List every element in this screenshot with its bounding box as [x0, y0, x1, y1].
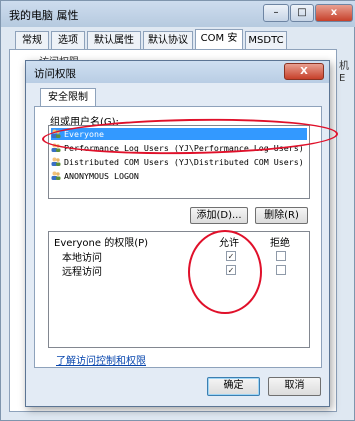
learn-access-control-link[interactable]: 了解访问控制和权限 — [56, 352, 146, 367]
maximize-button[interactable]: □ — [290, 4, 314, 22]
tab-com-security[interactable]: COM 安全 — [195, 29, 243, 61]
minimize-button[interactable]: – — [263, 4, 289, 22]
dialog-title: 访问权限 — [34, 68, 76, 80]
user-name: ANONYMOUS LOGON — [64, 171, 139, 181]
hidden-text-fragment: 机 — [339, 61, 349, 72]
user-group-icon — [51, 157, 61, 166]
cancel-button[interactable]: 取消 — [268, 377, 321, 396]
deny-column-header: 拒绝 — [270, 238, 290, 249]
dialog-close-button[interactable]: X — [284, 63, 324, 80]
ok-button[interactable]: 确定 — [207, 377, 260, 396]
user-group-icon — [51, 171, 61, 180]
annotation-ellipse-allow-column — [188, 230, 262, 314]
properties-close-button[interactable]: x — [315, 4, 353, 22]
deny-local-access-checkbox[interactable] — [276, 251, 286, 261]
tab-options[interactable]: 选项 — [51, 31, 85, 49]
hidden-text-fragment: E — [339, 73, 346, 84]
user-item-distributed-com-users[interactable]: Distributed COM Users (YJ\Distributed CO… — [51, 156, 307, 168]
access-permission-dialog: 访问权限 X 安全限制 组或用户名(G): Everyone Performan… — [25, 60, 330, 407]
tab-default-properties[interactable]: 默认属性 — [87, 31, 141, 49]
tab-default-protocols[interactable]: 默认协议 — [143, 31, 193, 49]
tab-security-limits[interactable]: 安全限制 — [40, 88, 96, 107]
permission-remote-access: 远程访问 — [62, 267, 102, 278]
properties-title: 我的电脑 属性 — [9, 9, 79, 22]
tab-general[interactable]: 常规 — [15, 31, 49, 49]
add-user-button[interactable]: 添加(D)... — [190, 207, 248, 224]
tab-msdtc[interactable]: MSDTC — [245, 31, 287, 49]
user-item-anonymous-logon[interactable]: ANONYMOUS LOGON — [51, 170, 307, 182]
permissions-title: Everyone 的权限(P) — [54, 238, 149, 249]
remove-user-button[interactable]: 删除(R) — [255, 207, 308, 224]
permission-local-access: 本地访问 — [62, 253, 102, 264]
user-name: Distributed COM Users (YJ\Distributed CO… — [64, 157, 304, 167]
deny-remote-access-checkbox[interactable] — [276, 265, 286, 275]
